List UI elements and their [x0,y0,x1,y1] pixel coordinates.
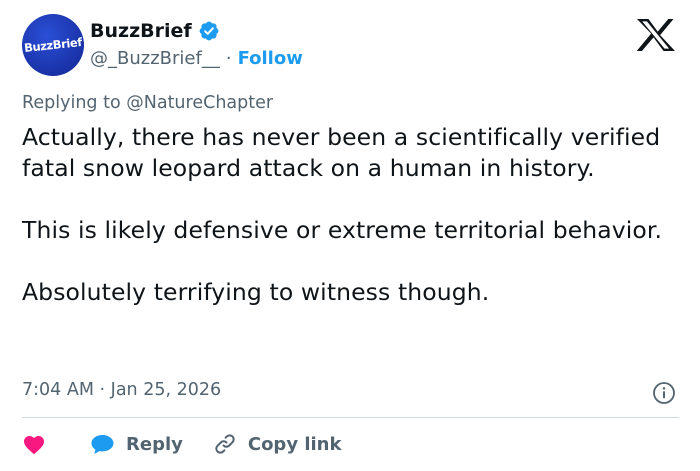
timestamp[interactable]: 7:04 AM · Jan 25, 2026 [22,380,221,400]
link-icon [215,434,235,454]
action-bar: Reply Copy link [22,430,341,458]
tweet-paragraph: This is likely defensive or extreme terr… [22,216,663,244]
replying-to-line: Replying to @NatureChapter [22,93,273,113]
avatar-logo-text: BuzzBrief [23,35,83,55]
display-name[interactable]: BuzzBrief [90,20,192,42]
tweet-time: 7:04 AM [22,380,94,400]
handle[interactable]: @_BuzzBrief__ [90,48,220,69]
separator-dot: · [225,48,232,69]
tweet-paragraph: Absolutely terrifying to witness though. [22,278,490,306]
separator-dot: · [99,380,106,400]
reply-label: Reply [126,433,183,455]
tweet-text: Actually, there has never been a scienti… [22,122,672,308]
reply-bubble-icon [91,434,114,454]
copy-link-button[interactable]: Copy link [183,432,342,456]
info-icon[interactable] [652,381,676,405]
author-name-row: BuzzBrief [90,20,220,42]
verified-badge-icon [199,21,219,41]
tweet-paragraph: Actually, there has never been a scienti… [22,123,661,182]
heart-icon[interactable] [22,433,46,455]
reply-button[interactable]: Reply [46,433,183,456]
avatar[interactable]: BuzzBrief [22,14,84,76]
x-logo-icon[interactable] [636,18,676,52]
follow-button[interactable]: Follow [238,48,303,69]
handle-row: @_BuzzBrief__ · Follow [90,48,303,69]
replying-to-prefix: Replying to [22,93,121,113]
replying-to-mention[interactable]: @NatureChapter [126,93,273,113]
tweet-date: Jan 25, 2026 [110,380,222,400]
divider [22,417,679,418]
copy-link-label: Copy link [247,433,342,455]
